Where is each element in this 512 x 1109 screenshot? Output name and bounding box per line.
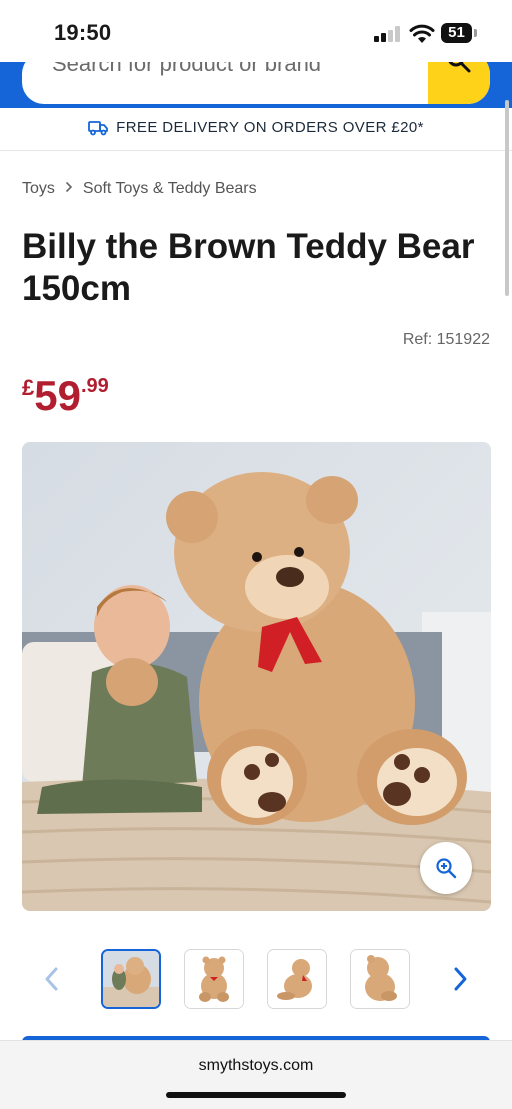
chevron-left-icon[interactable] xyxy=(40,963,64,995)
truck-icon xyxy=(88,121,109,136)
delivery-text: FREE DELIVERY ON ORDERS OVER £20* xyxy=(116,119,424,136)
price-main: 59 xyxy=(34,372,81,419)
signal-icon xyxy=(374,26,402,42)
search-button[interactable] xyxy=(428,62,490,104)
zoom-icon xyxy=(436,858,457,879)
status-bar: 19:50 51 xyxy=(0,0,512,62)
battery-level: 51 xyxy=(448,24,465,41)
wifi-icon xyxy=(409,24,435,43)
search-icon xyxy=(448,62,471,73)
product-ref: Ref: 151922 xyxy=(402,331,490,348)
search-input[interactable] xyxy=(52,62,412,82)
status-time: 19:50 xyxy=(54,20,112,45)
thumbnail-4[interactable] xyxy=(350,949,410,1009)
zoom-button[interactable] xyxy=(420,842,472,894)
browser-address-bar[interactable]: smythstoys.com xyxy=(0,1040,512,1109)
site-header xyxy=(0,62,512,108)
product-title: Billy the Brown Teddy Bear 150cm xyxy=(22,227,475,308)
price-pence: .99 xyxy=(80,375,109,397)
scroll-indicator xyxy=(505,100,509,296)
chevron-right-icon[interactable] xyxy=(448,963,472,995)
home-indicator[interactable] xyxy=(166,1092,346,1098)
chevron-right-icon xyxy=(65,180,73,198)
battery-icon: 51 xyxy=(441,23,477,43)
search-box[interactable] xyxy=(22,62,490,104)
thumbnail-1[interactable] xyxy=(101,949,161,1009)
thumbnail-2[interactable] xyxy=(184,949,244,1009)
product-price: £59.99 xyxy=(22,372,109,420)
thumbnail-3[interactable] xyxy=(267,949,327,1009)
product-main-image[interactable] xyxy=(22,442,491,911)
breadcrumb-soft-toys[interactable]: Soft Toys & Teddy Bears xyxy=(83,180,257,197)
breadcrumb: Toys Soft Toys & Teddy Bears xyxy=(22,180,257,198)
breadcrumb-toys[interactable]: Toys xyxy=(22,180,55,197)
delivery-banner[interactable]: FREE DELIVERY ON ORDERS OVER £20* xyxy=(0,108,512,151)
price-currency: £ xyxy=(22,375,35,400)
browser-domain[interactable]: smythstoys.com xyxy=(0,1057,512,1075)
